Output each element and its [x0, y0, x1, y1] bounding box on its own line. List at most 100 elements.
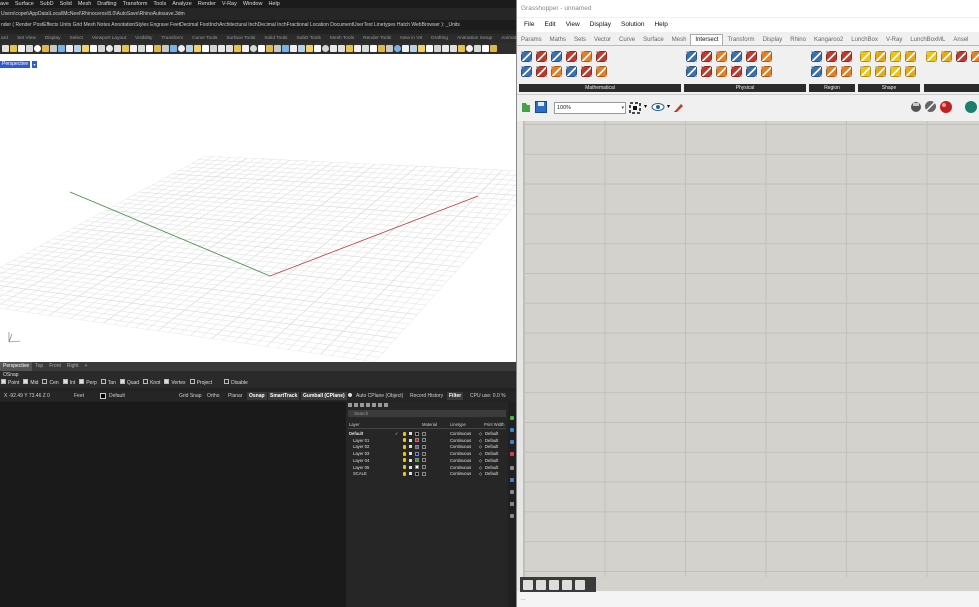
- toolbar-tool-icon[interactable]: [74, 45, 81, 52]
- planar-toggle[interactable]: Planar: [228, 391, 242, 401]
- osnap-vertex-checkbox[interactable]: Vertex: [164, 379, 186, 388]
- osnap-perp-checkbox[interactable]: Perp: [79, 379, 97, 388]
- toolbar-tab-curve-tools[interactable]: Curve Tools: [192, 36, 217, 41]
- toolbar-tab-ard[interactable]: ard: [1, 36, 8, 41]
- component-icon[interactable]: [941, 51, 952, 62]
- toolbar-tool-icon[interactable]: [458, 45, 465, 52]
- toolbar-tool-icon[interactable]: [330, 45, 337, 52]
- toolbar-tool-icon[interactable]: [490, 45, 497, 52]
- component-icon[interactable]: [731, 51, 742, 62]
- grasshopper-canvas[interactable]: [524, 121, 979, 577]
- toolbar-tool-icon[interactable]: [170, 45, 177, 52]
- lock-icon[interactable]: [409, 472, 412, 476]
- material-column-header[interactable]: Material: [422, 421, 437, 429]
- gh-menu-view[interactable]: View: [566, 18, 580, 32]
- toolbar-tab-visibility[interactable]: Visibility: [135, 36, 152, 41]
- component-icon[interactable]: [551, 51, 562, 62]
- toolbar-tab-drafting[interactable]: Drafting: [431, 36, 448, 41]
- toolbar-tool-icon[interactable]: [162, 45, 169, 52]
- toolbar-tab-viewport-layout[interactable]: Viewport Layout: [92, 36, 126, 41]
- component-icon[interactable]: [686, 51, 697, 62]
- toolbar-tool-icon[interactable]: [106, 45, 113, 52]
- toolbar-tool-icon[interactable]: [42, 45, 49, 52]
- tab-sets[interactable]: Sets: [570, 34, 590, 46]
- gh-menu-edit[interactable]: Edit: [544, 18, 555, 32]
- toolbar-tool-icon[interactable]: [362, 45, 369, 52]
- component-icon[interactable]: [875, 66, 886, 77]
- layer-color-swatch[interactable]: [415, 438, 419, 443]
- record-history-toggle[interactable]: Record History: [410, 391, 443, 401]
- component-icon[interactable]: [716, 66, 727, 77]
- toolbar-tool-icon[interactable]: [466, 45, 473, 52]
- component-icon[interactable]: [686, 66, 697, 77]
- visibility-bulb-icon[interactable]: [403, 444, 406, 449]
- sketch-pen-icon[interactable]: [673, 101, 685, 113]
- toolbar-tool-icon[interactable]: [370, 45, 377, 52]
- gumball-toggle[interactable]: Gumball (CPlane): [301, 392, 347, 400]
- panel-tab-icon[interactable]: [510, 502, 514, 506]
- toolbar-tool-icon[interactable]: [138, 45, 145, 52]
- tab-ansel[interactable]: Ansel: [949, 34, 972, 46]
- menu-item-ave[interactable]: ave: [0, 1, 9, 7]
- component-icon[interactable]: [890, 66, 901, 77]
- layer-row[interactable]: SCALE Continuous ◇ Default: [348, 470, 506, 477]
- viewport-menu-arrow-icon[interactable]: ▾: [32, 61, 37, 68]
- menu-item-help[interactable]: Help: [268, 1, 279, 7]
- selected-preview-icon[interactable]: [939, 100, 953, 114]
- toolbar-tool-icon[interactable]: [226, 45, 233, 52]
- component-icon[interactable]: [761, 66, 772, 77]
- osnap-knot-checkbox[interactable]: Knot: [143, 379, 160, 388]
- visibility-bulb-icon[interactable]: [403, 438, 406, 443]
- material-swatch[interactable]: [422, 444, 426, 449]
- component-icon[interactable]: [521, 66, 532, 77]
- toolbar-tool-icon[interactable]: [450, 45, 457, 52]
- toolbar-tool-icon[interactable]: [202, 45, 209, 52]
- lock-icon[interactable]: [409, 465, 412, 469]
- lock-icon[interactable]: [409, 445, 412, 449]
- menu-item-transform[interactable]: Transform: [123, 1, 148, 7]
- toolbar-tab-new-in-v8[interactable]: New in V8: [400, 36, 422, 41]
- component-icon[interactable]: [826, 51, 837, 62]
- open-file-icon[interactable]: [521, 101, 531, 113]
- osnap-disable-checkbox[interactable]: Disable: [224, 379, 248, 388]
- osnap-point-checkbox[interactable]: Point: [1, 379, 19, 388]
- toolbar-tool-icon[interactable]: [146, 45, 153, 52]
- save-icon[interactable]: [535, 101, 547, 113]
- toolbar-tool-icon[interactable]: [178, 45, 185, 52]
- auto-cplane-toggle[interactable]: Auto CPlane (Object): [356, 391, 403, 401]
- menu-item-v-ray[interactable]: V-Ray: [222, 1, 237, 7]
- tab-lunchboxml[interactable]: LunchBoxML: [906, 34, 949, 46]
- toolbar-tool-icon[interactable]: [10, 45, 17, 52]
- layer-color-swatch[interactable]: [415, 451, 419, 456]
- layer-color-swatch[interactable]: [415, 431, 419, 436]
- component-icon[interactable]: [971, 51, 979, 62]
- toolbar-tool-icon[interactable]: [82, 45, 89, 52]
- layer-color-swatch[interactable]: [415, 444, 419, 449]
- filter-icon[interactable]: [378, 403, 382, 407]
- toolbar-tool-icon[interactable]: [130, 45, 137, 52]
- toolbar-tab-select[interactable]: Select: [70, 36, 83, 41]
- component-icon[interactable]: [905, 51, 916, 62]
- export-icon[interactable]: [575, 579, 585, 590]
- lock-icon[interactable]: [409, 458, 412, 462]
- toolbar-tool-icon[interactable]: [250, 45, 257, 52]
- component-icon[interactable]: [875, 51, 886, 62]
- toolbar-tool-icon[interactable]: [418, 45, 425, 52]
- toolbar-tab-subd-tools[interactable]: SubD Tools: [296, 36, 320, 41]
- gh-menu-solution[interactable]: Solution: [621, 18, 645, 32]
- component-icon[interactable]: [905, 66, 916, 77]
- menu-item-analyze[interactable]: Analyze: [172, 1, 192, 7]
- toolbar-tool-icon[interactable]: [354, 45, 361, 52]
- component-icon[interactable]: [566, 51, 577, 62]
- toolbar-tab-display[interactable]: Display: [45, 36, 61, 41]
- material-swatch[interactable]: [422, 438, 426, 443]
- layer-color-swatch[interactable]: [415, 458, 419, 463]
- osnap-cen-checkbox[interactable]: Cen: [42, 379, 59, 388]
- toolbar-tool-icon[interactable]: [282, 45, 289, 52]
- move-down-icon[interactable]: [372, 403, 376, 407]
- toolbar-tool-icon[interactable]: [34, 45, 41, 52]
- tab-rhino[interactable]: Rhino: [786, 34, 810, 46]
- toolbar-tool-icon[interactable]: [274, 45, 281, 52]
- toolbar-tool-icon[interactable]: [258, 45, 265, 52]
- gh-menu-help[interactable]: Help: [654, 18, 667, 32]
